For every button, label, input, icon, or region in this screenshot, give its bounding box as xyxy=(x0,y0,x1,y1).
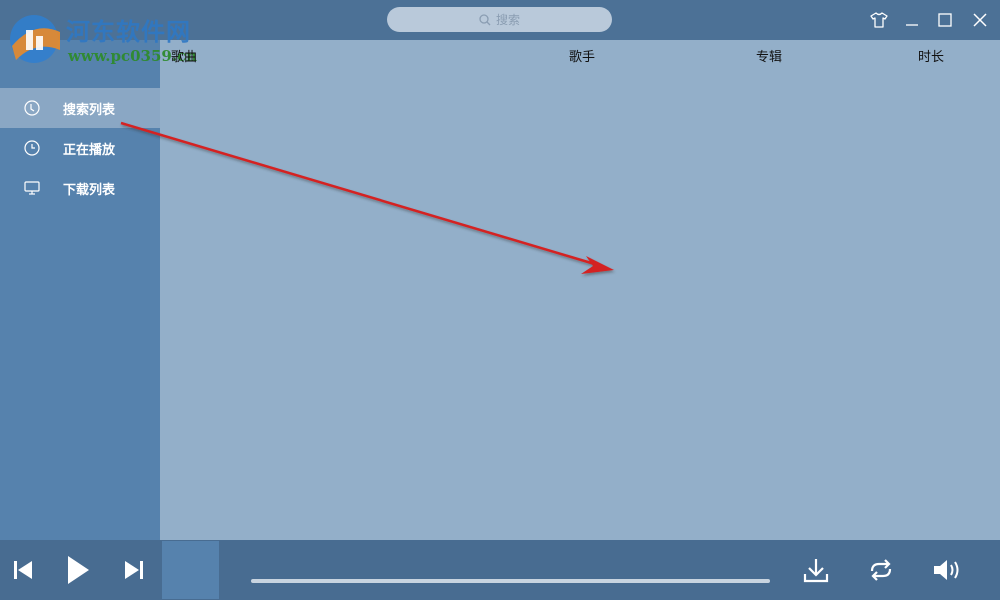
close-button[interactable] xyxy=(969,9,991,31)
volume-icon xyxy=(934,560,959,580)
player-bar xyxy=(0,540,1000,600)
repeat-icon xyxy=(870,559,892,581)
sidebar-item-search-list[interactable]: 搜索列表 xyxy=(0,88,160,128)
next-button[interactable] xyxy=(121,556,147,584)
tshirt-icon xyxy=(870,12,888,28)
minimize-icon xyxy=(906,24,918,26)
progress-bar[interactable] xyxy=(251,579,770,583)
song-list-panel xyxy=(160,40,1000,540)
sidebar-item-label: 搜索列表 xyxy=(63,103,116,118)
search-input[interactable]: 搜索 xyxy=(387,7,612,32)
sidebar-item-label: 正在播放 xyxy=(63,143,116,158)
close-icon xyxy=(973,13,987,27)
maximize-button[interactable] xyxy=(934,9,956,31)
previous-icon xyxy=(14,561,32,579)
download-icon xyxy=(803,559,829,583)
monitor-icon xyxy=(24,181,40,195)
watermark-site-name: 河东软件网 xyxy=(66,17,191,46)
maximize-icon xyxy=(938,13,952,27)
sidebar-item-label: 下载列表 xyxy=(63,183,116,198)
skin-button[interactable] xyxy=(868,9,890,31)
watermark-logo xyxy=(10,15,60,63)
previous-button[interactable] xyxy=(10,556,36,584)
disc-icon xyxy=(24,100,40,116)
play-button[interactable] xyxy=(63,553,93,587)
column-header-artist[interactable]: 歌手 xyxy=(569,46,595,65)
album-cover xyxy=(162,541,219,599)
volume-button[interactable] xyxy=(930,555,964,585)
sidebar-item-download-list[interactable]: 下载列表 xyxy=(0,168,160,208)
column-header-album[interactable]: 专辑 xyxy=(756,46,782,65)
search-placeholder: 搜索 xyxy=(495,13,520,27)
clock-icon xyxy=(24,140,40,156)
column-header-duration[interactable]: 时长 xyxy=(918,46,944,65)
column-header-song[interactable]: 歌曲 xyxy=(171,46,197,65)
search-icon xyxy=(479,13,491,25)
minimize-button[interactable] xyxy=(901,9,923,31)
play-icon xyxy=(68,556,89,584)
sidebar-item-now-playing[interactable]: 正在播放 xyxy=(0,128,160,168)
repeat-button[interactable] xyxy=(864,555,898,585)
download-button[interactable] xyxy=(800,555,832,585)
next-icon xyxy=(125,561,143,579)
